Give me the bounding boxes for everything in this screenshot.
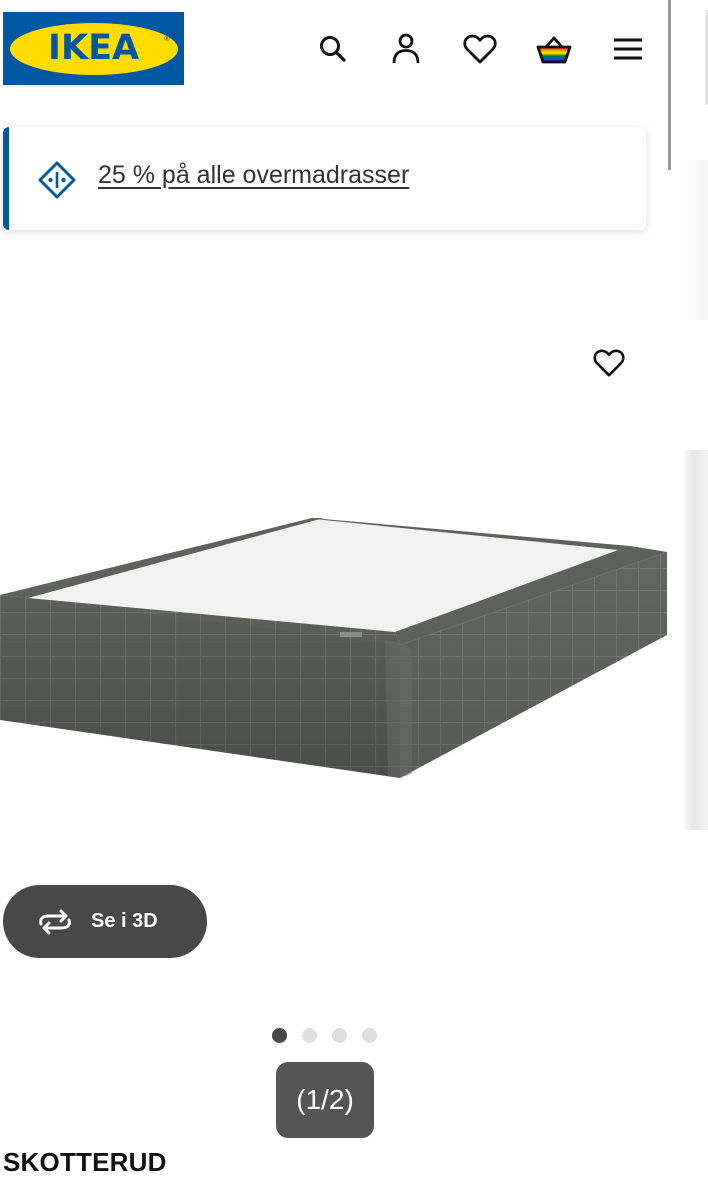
- promo-banner[interactable]: 25 % på alle overmadrasser: [3, 127, 646, 230]
- product-name: SKOTTERUD: [3, 1147, 167, 1177]
- heart-icon: [463, 34, 497, 64]
- menu-icon: [614, 38, 642, 60]
- image-counter: (1/2): [276, 1062, 374, 1138]
- next-page-edge-image: [683, 450, 708, 830]
- next-page-edge-mid: [683, 160, 708, 320]
- view-3d-label: Se i 3D: [91, 910, 158, 932]
- next-page-edge: [683, 0, 708, 1180]
- account-button[interactable]: [387, 30, 425, 68]
- promo-link[interactable]: 25 % på alle overmadrasser: [98, 159, 409, 191]
- carousel-dots: [272, 1028, 377, 1043]
- promo-accent-bar: [3, 127, 9, 230]
- heart-icon: [593, 349, 625, 377]
- basket-icon: [536, 36, 572, 64]
- search-button[interactable]: [314, 30, 352, 68]
- ikea-logo[interactable]: IKEA ®: [3, 12, 184, 85]
- carousel-dot[interactable]: [332, 1028, 347, 1043]
- product-page: IKEA ® 25 % på alle overmadrasser Se i 3…: [0, 0, 708, 1180]
- carousel-dot[interactable]: [272, 1028, 287, 1043]
- menu-button[interactable]: [609, 30, 647, 68]
- product-image: [0, 518, 667, 778]
- product-favourite-button[interactable]: [586, 340, 632, 386]
- view-3d-button[interactable]: Se i 3D: [3, 885, 207, 958]
- favourites-button[interactable]: [461, 30, 499, 68]
- rotate-3d-icon: [39, 909, 71, 934]
- logo-registered-mark: ®: [164, 35, 170, 43]
- carousel-dot[interactable]: [362, 1028, 377, 1043]
- user-icon: [392, 33, 420, 64]
- carousel-dot[interactable]: [302, 1028, 317, 1043]
- tag-icon: [38, 161, 76, 199]
- logo-oval: IKEA ®: [9, 22, 178, 75]
- basket-button[interactable]: [535, 30, 573, 68]
- logo-text: IKEA: [47, 28, 140, 68]
- search-icon: [320, 36, 346, 62]
- scrollbar[interactable]: [668, 0, 671, 170]
